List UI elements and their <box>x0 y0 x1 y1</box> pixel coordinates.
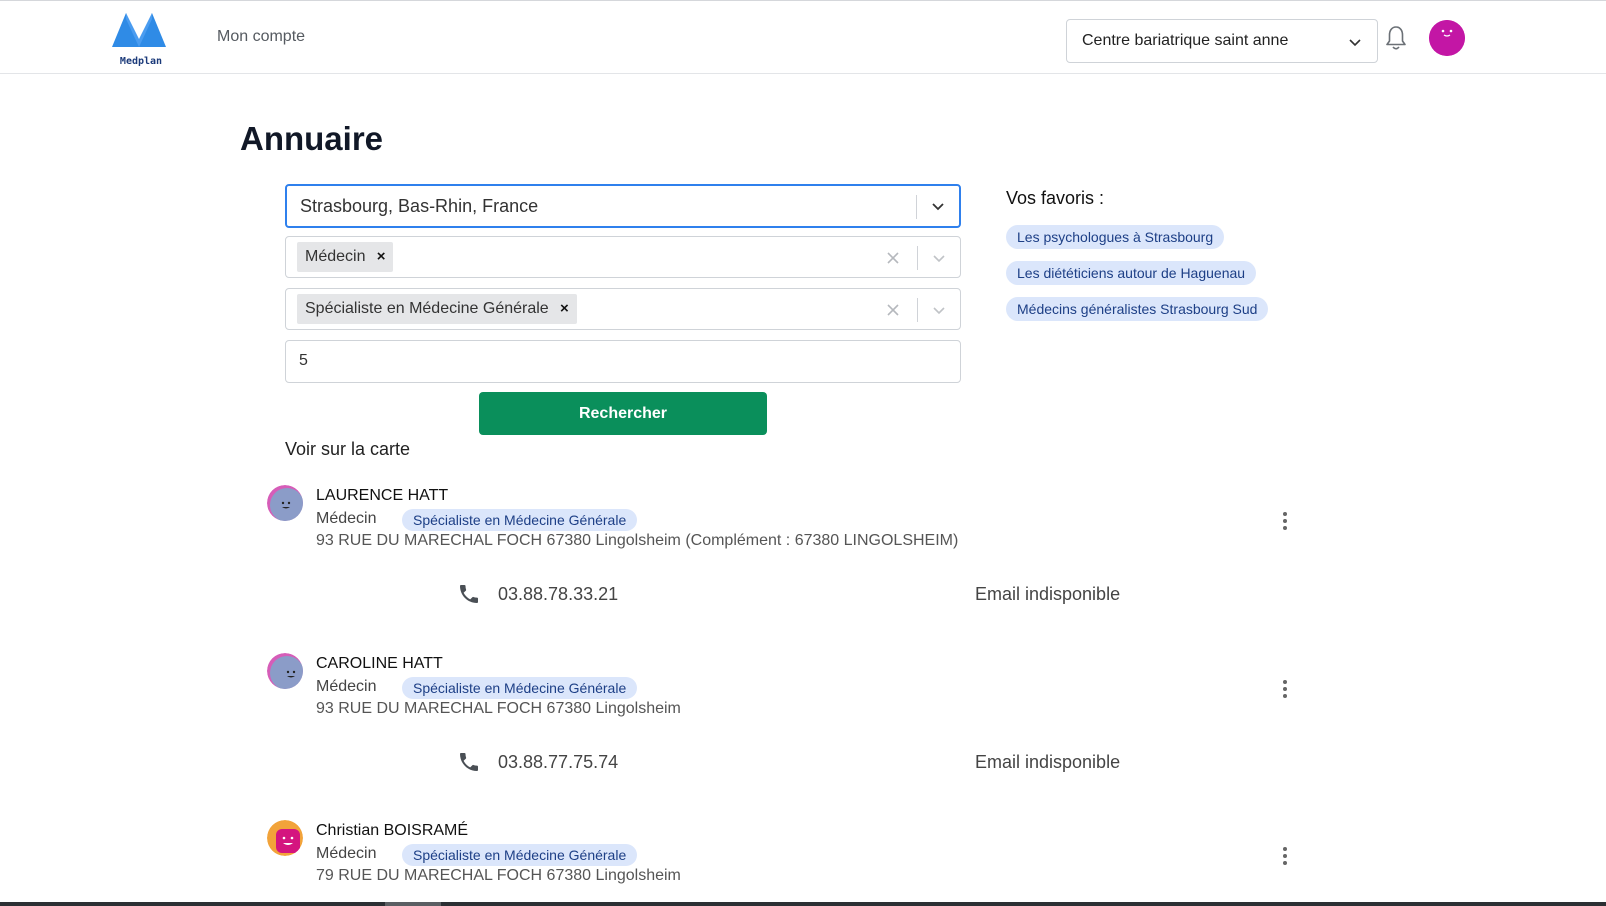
profession-chip-label: Médecin <box>305 248 366 265</box>
doctor-face-icon <box>267 820 303 856</box>
doctor-avatar <box>267 653 303 689</box>
chevron-down-icon[interactable] <box>930 198 946 214</box>
favorite-tag[interactable]: Médecins généralistes Strasbourg Sud <box>1006 297 1269 321</box>
doctor-avatar <box>267 485 303 521</box>
location-select[interactable]: Strasbourg, Bas-Rhin, France <box>285 184 961 228</box>
specialty-select[interactable]: Spécialiste en Médecine Générale × <box>285 288 961 330</box>
chevron-down-icon[interactable] <box>931 250 947 266</box>
user-avatar[interactable] <box>1429 20 1465 56</box>
search-button[interactable]: Rechercher <box>479 392 767 435</box>
specialty-badge: Spécialiste en Médecine Générale <box>402 509 638 531</box>
phone-icon <box>460 753 478 771</box>
top-header: Medplan Mon compte Centre bariatrique sa… <box>0 0 1606 74</box>
divider <box>917 298 918 322</box>
radius-input[interactable]: 5 <box>285 340 961 383</box>
more-vertical-icon[interactable] <box>1281 678 1289 700</box>
chevron-down-icon[interactable] <box>931 302 947 318</box>
divider <box>917 246 918 270</box>
doctor-name[interactable]: CAROLINE HATT <box>316 655 443 673</box>
email-status: Email indisponible <box>975 752 1121 772</box>
profession-select[interactable]: Médecin × <box>285 236 961 278</box>
nav-my-account[interactable]: Mon compte <box>217 28 305 46</box>
specialty-badge: Spécialiste en Médecine Générale <box>402 844 638 866</box>
doctor-avatar <box>267 820 303 856</box>
doctor-profession: Médecin <box>316 510 377 527</box>
specialty-chip-label: Spécialiste en Médecine Générale <box>305 300 549 317</box>
clear-icon[interactable] <box>886 303 900 317</box>
doctor-profession: Médecin <box>316 678 377 695</box>
logo-wordmark: Medplan <box>119 56 163 67</box>
location-value: Strasbourg, Bas-Rhin, France <box>300 196 539 216</box>
phone-number[interactable]: 03.88.78.33.21 <box>498 584 618 605</box>
center-select[interactable]: Centre bariatrique saint anne <box>1066 19 1378 63</box>
profession-chip: Médecin × <box>297 242 394 272</box>
result-card: Christian BOISRAMÉ Médecin Spécialiste e… <box>266 820 1306 900</box>
divider <box>916 195 917 219</box>
doctor-face-icon <box>267 653 303 689</box>
medplan-logo-icon <box>112 13 166 47</box>
specialty-chip: Spécialiste en Médecine Générale × <box>297 294 577 324</box>
scrollbar-thumb[interactable] <box>385 902 441 906</box>
doctor-address: 93 RUE DU MARECHAL FOCH 67380 Lingolshei… <box>316 532 959 549</box>
more-vertical-icon[interactable] <box>1281 510 1289 532</box>
view-on-map-link[interactable]: Voir sur la carte <box>285 439 410 460</box>
phone-number[interactable]: 03.88.77.75.74 <box>498 752 618 773</box>
clear-icon[interactable] <box>886 251 900 265</box>
more-vertical-icon[interactable] <box>1281 845 1289 867</box>
doctor-name[interactable]: LAURENCE HATT <box>316 487 448 505</box>
doctor-address: 79 RUE DU MARECHAL FOCH 67380 Lingolshei… <box>316 867 681 884</box>
doctor-profession: Médecin <box>316 845 377 862</box>
remove-profession-icon[interactable]: × <box>377 242 386 272</box>
remove-specialty-icon[interactable]: × <box>560 294 569 324</box>
specialty-badge: Spécialiste en Médecine Générale <box>402 677 638 699</box>
phone-icon <box>460 585 478 603</box>
email-status: Email indisponible <box>975 584 1121 604</box>
center-select-value: Centre bariatrique saint anne <box>1082 32 1289 49</box>
favorite-tag[interactable]: Les diététiciens autour de Haguenau <box>1006 261 1257 285</box>
favorites-title: Vos favoris : <box>1006 188 1105 208</box>
doctor-address: 93 RUE DU MARECHAL FOCH 67380 Lingolshei… <box>316 700 681 717</box>
doctor-face-icon <box>267 485 303 521</box>
doctor-name[interactable]: Christian BOISRAMÉ <box>316 822 468 840</box>
result-card: CAROLINE HATT Médecin Spécialiste en Méd… <box>266 653 1306 803</box>
result-card: LAURENCE HATT Médecin Spécialiste en Méd… <box>266 485 1306 635</box>
favorite-tag[interactable]: Les psychologues à Strasbourg <box>1006 225 1225 249</box>
user-face-icon <box>1429 20 1465 56</box>
radius-value: 5 <box>299 352 308 369</box>
page-title: Annuaire <box>240 120 384 157</box>
medplan-logo[interactable]: Medplan <box>112 9 170 71</box>
chevron-down-icon <box>1349 39 1361 47</box>
bell-icon[interactable] <box>1385 25 1407 51</box>
bottom-scrollbar[interactable] <box>0 902 1606 906</box>
